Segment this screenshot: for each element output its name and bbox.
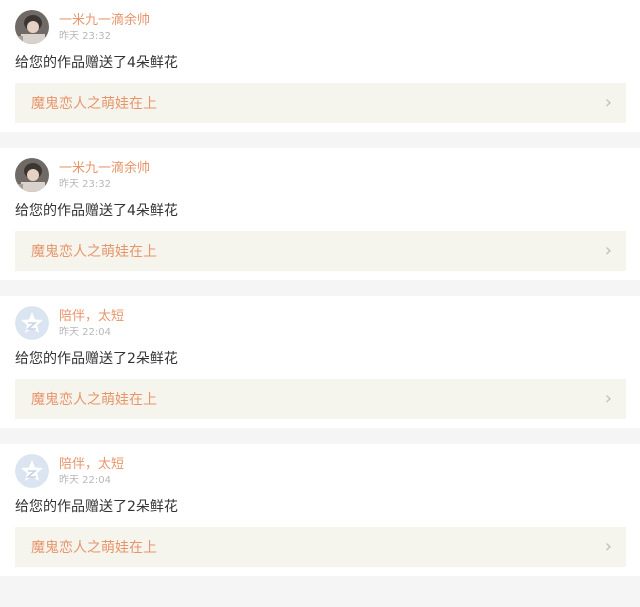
divider <box>0 280 640 296</box>
timestamp: 昨天 22:04 <box>59 327 111 338</box>
user-meta: 陪伴，太短 昨天 22:04 <box>59 306 124 339</box>
notification-header: 陪伴，太短 昨天 22:04 <box>15 454 626 490</box>
work-link[interactable]: 魔鬼恋人之萌娃在上 › <box>15 231 626 271</box>
notification-card: 陪伴，太短 昨天 22:04 给您的作品赠送了2朵鲜花 魔鬼恋人之萌娃在上 › <box>0 444 640 576</box>
user-photo-icon <box>15 158 49 192</box>
notification-header: 陪伴，太短 昨天 22:04 <box>15 306 626 342</box>
notification-header: 一米九一滴余帅 昨天 23:32 <box>15 158 626 194</box>
timestamp: 昨天 23:32 <box>59 31 111 42</box>
chevron-right-icon: › <box>604 536 612 557</box>
username[interactable]: 一米九一滴余帅 <box>59 161 150 176</box>
user-meta: 一米九一滴余帅 昨天 23:32 <box>59 158 150 191</box>
gift-message: 给您的作品赠送了4朵鲜花 <box>15 55 178 71</box>
user-meta: 陪伴，太短 昨天 22:04 <box>59 454 124 487</box>
avatar[interactable] <box>15 158 49 192</box>
work-title: 魔鬼恋人之萌娃在上 <box>31 96 157 112</box>
username[interactable]: 一米九一滴余帅 <box>59 13 150 28</box>
notification-header: 一米九一滴余帅 昨天 23:32 <box>15 10 626 46</box>
default-star-avatar-icon <box>15 306 49 340</box>
avatar[interactable] <box>15 10 49 44</box>
gift-message: 给您的作品赠送了4朵鲜花 <box>15 203 178 219</box>
avatar[interactable] <box>15 454 49 488</box>
work-title: 魔鬼恋人之萌娃在上 <box>31 244 157 260</box>
gift-message: 给您的作品赠送了2朵鲜花 <box>15 351 178 367</box>
username[interactable]: 陪伴，太短 <box>59 309 124 324</box>
notification-feed: 一米九一滴余帅 昨天 23:32 给您的作品赠送了4朵鲜花 魔鬼恋人之萌娃在上 … <box>0 0 640 576</box>
gift-message: 给您的作品赠送了2朵鲜花 <box>15 499 178 515</box>
divider <box>0 428 640 444</box>
chevron-right-icon: › <box>604 388 612 409</box>
work-link[interactable]: 魔鬼恋人之萌娃在上 › <box>15 527 626 567</box>
chevron-right-icon: › <box>604 240 612 261</box>
notification-card: 一米九一滴余帅 昨天 23:32 给您的作品赠送了4朵鲜花 魔鬼恋人之萌娃在上 … <box>0 148 640 280</box>
notification-card: 陪伴，太短 昨天 22:04 给您的作品赠送了2朵鲜花 魔鬼恋人之萌娃在上 › <box>0 296 640 428</box>
avatar[interactable] <box>15 306 49 340</box>
divider <box>0 132 640 148</box>
timestamp: 昨天 23:32 <box>59 179 111 190</box>
default-star-avatar-icon <box>15 454 49 488</box>
user-photo-icon <box>15 10 49 44</box>
timestamp: 昨天 22:04 <box>59 475 111 486</box>
work-title: 魔鬼恋人之萌娃在上 <box>31 392 157 408</box>
user-meta: 一米九一滴余帅 昨天 23:32 <box>59 10 150 43</box>
work-link[interactable]: 魔鬼恋人之萌娃在上 › <box>15 83 626 123</box>
work-link[interactable]: 魔鬼恋人之萌娃在上 › <box>15 379 626 419</box>
username[interactable]: 陪伴，太短 <box>59 457 124 472</box>
work-title: 魔鬼恋人之萌娃在上 <box>31 540 157 556</box>
notification-card: 一米九一滴余帅 昨天 23:32 给您的作品赠送了4朵鲜花 魔鬼恋人之萌娃在上 … <box>0 0 640 132</box>
chevron-right-icon: › <box>604 92 612 113</box>
